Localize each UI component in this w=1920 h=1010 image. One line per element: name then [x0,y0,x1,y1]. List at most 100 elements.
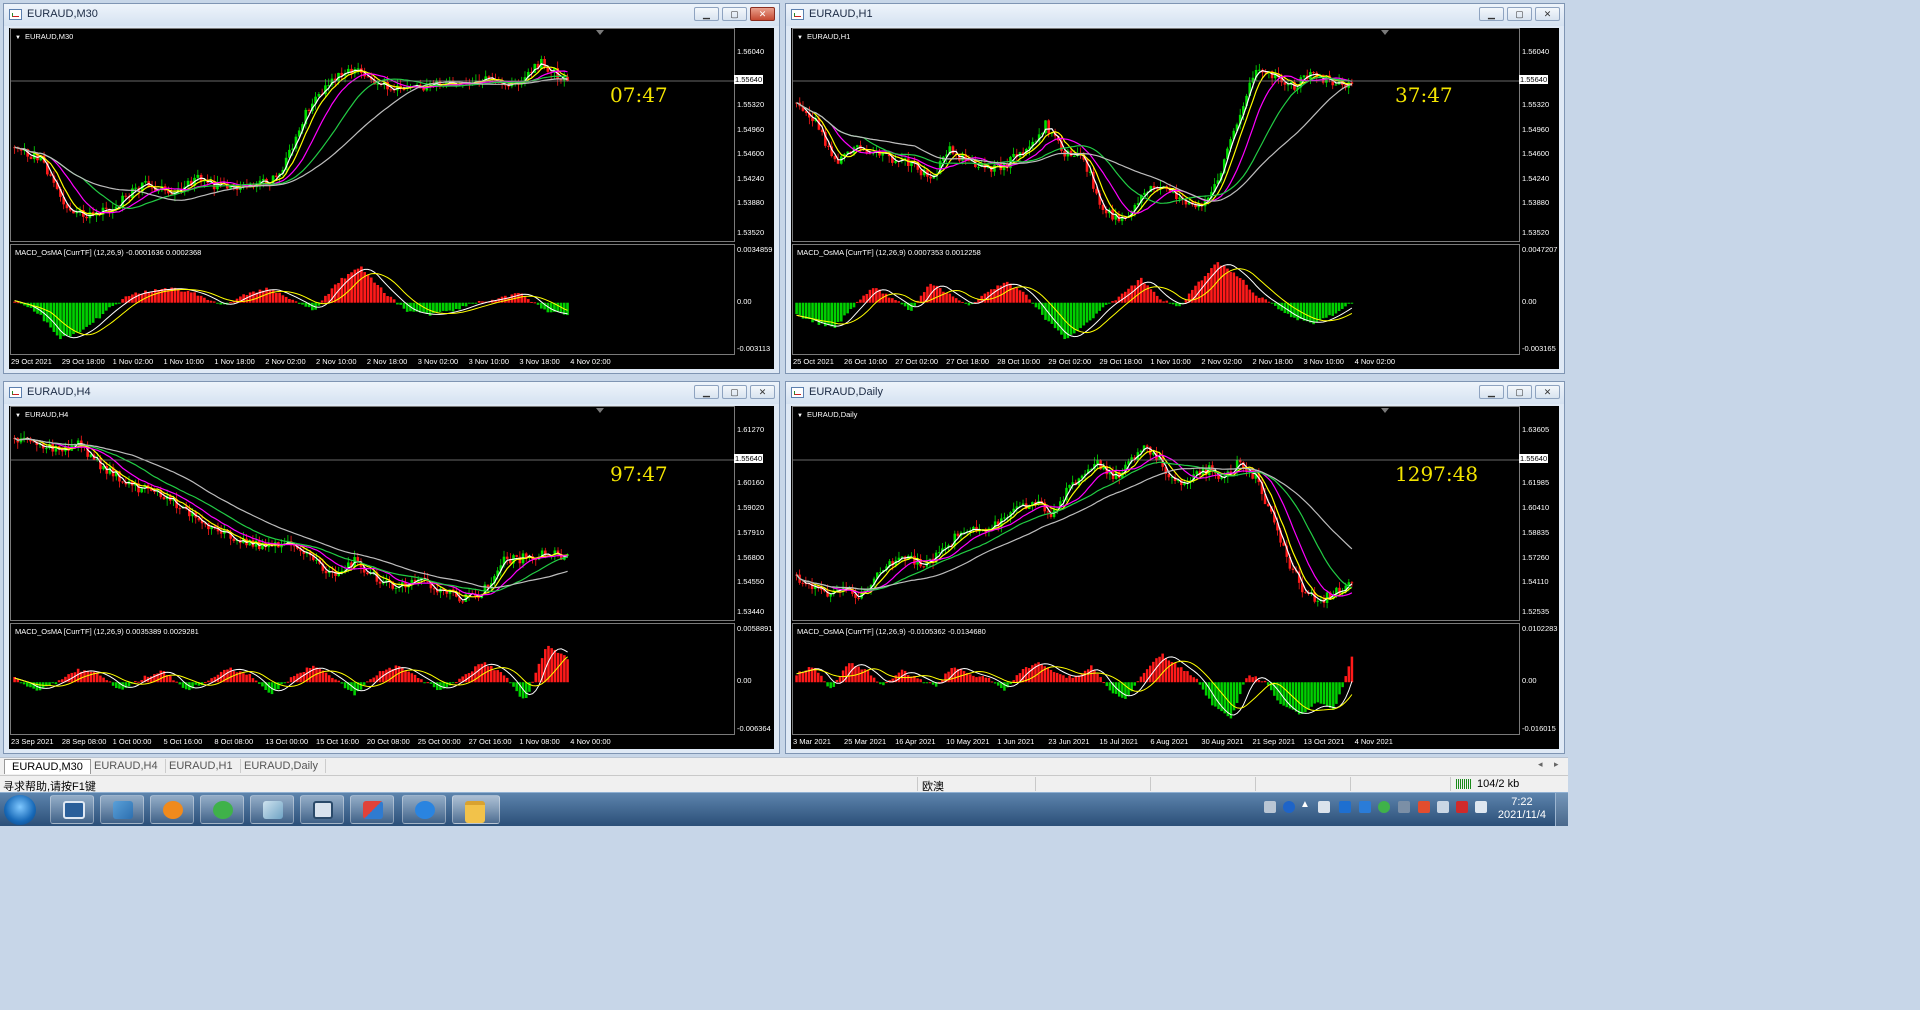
candle [160,179,164,193]
tab-euraud-daily[interactable]: EURAUD,Daily [237,759,326,773]
close-button[interactable]: ✕ [1535,385,1560,399]
expand-tray-icon[interactable]: ▲ [1300,799,1312,811]
price-chart[interactable] [11,407,735,621]
macd-histogram-bar [882,682,885,686]
macd-pane[interactable]: MACD_OsMA [CurrTF] (12,26,9) 0.0007353 0… [792,244,1520,355]
chart-window-euraud-h1[interactable]: EURAUD,H1 ▁ ▢ ✕ ▼ EURAUD,H1 37:47 1.56040 1.… [785,3,1565,374]
window-titlebar[interactable]: EURAUD,H1 ▁ ▢ ✕ [786,4,1564,26]
start-button[interactable] [4,795,36,825]
price-axis[interactable]: 1.61270 1.60160 1.59020 1.57910 1.56800 1.545… [734,406,774,621]
minimize-button[interactable]: ▁ [694,7,719,21]
minimize-button[interactable]: ▁ [1479,385,1504,399]
tab-scroll-left-icon[interactable]: ◂ [1538,759,1543,770]
tab-euraud-m30[interactable]: EURAUD,M30 [4,759,91,774]
shield-tray-icon[interactable] [1339,801,1351,813]
window-titlebar[interactable]: EURAUD,M30 ▁ ▢ ✕ [4,4,779,26]
tab-euraud-h1[interactable]: EURAUD,H1 [162,759,241,773]
macd-histogram-bar [916,678,919,683]
close-button[interactable]: ✕ [1535,7,1560,21]
minimize-button[interactable]: ▁ [694,385,719,399]
time-tick-label: 3 Mar 2021 [793,737,831,746]
price-axis[interactable]: 1.56040 1.55320 1.54960 1.54600 1.54240 1.538… [1519,28,1559,242]
macd-chart[interactable] [11,624,735,735]
taskbar-app-button[interactable] [300,795,344,824]
macd-histogram-bar [360,266,363,303]
close-button[interactable]: ✕ [750,7,775,21]
taskbar-app-button[interactable] [150,795,194,824]
taskbar-app-button[interactable] [350,795,394,824]
price-axis[interactable]: 1.56040 1.55320 1.54960 1.54600 1.54240 1.538… [734,28,774,242]
maximize-button[interactable]: ▢ [722,7,747,21]
candle [144,175,147,185]
macd-axis[interactable]: 0.0058891 0.00 -0.006364 [734,623,774,735]
chart-window-euraud-h4[interactable]: EURAUD,H4 ▁ ▢ ✕ ▼ EURAUD,H4 97:47 1.61270 1.… [3,381,780,754]
time-axis[interactable]: 25 Oct 2021 26 Oct 10:00 27 Oct 02:00 27 Oc… [791,355,1559,369]
macd-pane[interactable]: MACD_OsMA [CurrTF] (12,26,9) -0.0001636 … [10,244,735,355]
chart-area[interactable]: ▼ EURAUD,M30 07:47 1.56040 1.55320 1.54960 1.5… [9,28,774,369]
price-pane[interactable]: ▼ EURAUD,H1 37:47 [792,28,1520,242]
macd-pane[interactable]: MACD_OsMA [CurrTF] (12,26,9) 0.0035389 0… [10,623,735,735]
input-tray-icon[interactable] [1398,801,1410,813]
chart-shift-marker-icon[interactable] [1381,408,1389,413]
maximize-button[interactable]: ▢ [1507,7,1532,21]
close-button[interactable]: ✕ [750,385,775,399]
security-tray-icon[interactable] [1359,801,1371,813]
chart-area[interactable]: ▼ EURAUD,Daily 1297:48 1.63605 1.61985 1.6041… [791,406,1559,749]
taskbar-app-button[interactable] [100,795,144,824]
taskbar-explorer-button[interactable] [452,795,500,824]
macd-axis[interactable]: 0.0102283 0.00 -0.016015 [1519,623,1559,735]
collapse-triangle-icon[interactable]: ▼ [15,35,21,41]
price-axis[interactable]: 1.63605 1.61985 1.60410 1.58835 1.57260 1.541… [1519,406,1559,621]
time-axis[interactable]: 23 Sep 2021 28 Sep 08:00 1 Oct 00:00 5 Oct … [9,735,774,749]
macd-chart[interactable] [793,245,1520,355]
help-tray-icon[interactable] [1283,801,1295,813]
taskbar-desktop-button[interactable] [50,795,94,824]
macd-pane[interactable]: MACD_OsMA [CurrTF] (12,26,9) -0.0105362 … [792,623,1520,735]
time-axis[interactable]: 29 Oct 2021 29 Oct 18:00 1 Nov 02:00 1 Nov … [9,355,774,369]
app-tray-icon[interactable] [1418,801,1430,813]
taskbar-clock[interactable]: 7:22 2021/11/4 [1498,796,1546,822]
maximize-button[interactable]: ▢ [722,385,747,399]
price-pane[interactable]: ▼ EURAUD,M30 07:47 [10,28,735,242]
window-titlebar[interactable]: EURAUD,Daily ▁ ▢ ✕ [786,382,1564,404]
price-chart[interactable] [793,29,1520,242]
price-chart[interactable] [793,407,1520,621]
keyboard-tray-icon[interactable] [1264,801,1276,813]
price-chart[interactable] [11,29,735,242]
maximize-button[interactable]: ▢ [1507,385,1532,399]
power-tray-icon[interactable] [1475,801,1487,813]
taskbar-app-button[interactable] [250,795,294,824]
window-titlebar[interactable]: EURAUD,H4 ▁ ▢ ✕ [4,382,779,404]
chart-area[interactable]: ▼ EURAUD,H1 37:47 1.56040 1.55320 1.54960 1.54… [791,28,1559,369]
macd-histogram-bar [1142,672,1146,683]
chart-shift-marker-icon[interactable] [1381,30,1389,35]
minimize-button[interactable]: ▁ [1479,7,1504,21]
macd-histogram-bar [455,682,458,684]
tab-euraud-h4[interactable]: EURAUD,H4 [87,759,166,773]
taskbar-app-button[interactable] [402,795,446,824]
chart-window-euraud-daily[interactable]: EURAUD,Daily ▁ ▢ ✕ ▼ EURAUD,Daily 1297:48 1… [785,381,1565,754]
volume-tray-icon[interactable] [1437,801,1449,813]
wechat-tray-icon[interactable] [1378,801,1390,813]
macd-chart[interactable] [793,624,1520,735]
sound-tray-icon[interactable] [1456,801,1468,813]
time-axis[interactable]: 3 Mar 2021 25 Mar 2021 16 Apr 2021 10 May 2… [791,735,1559,749]
macd-histogram-bar [294,301,298,303]
chart-area[interactable]: ▼ EURAUD,H4 97:47 1.61270 1.60160 1.59020 1.57… [9,406,774,749]
tab-scroll-right-icon[interactable]: ▸ [1554,759,1559,770]
taskbar-wechat-button[interactable] [200,795,244,824]
collapse-triangle-icon[interactable]: ▼ [15,413,21,419]
macd-histogram-bar [108,681,112,683]
network-tray-icon[interactable] [1318,801,1330,813]
macd-axis[interactable]: 0.0034859 0.00 -0.003113 [734,244,774,355]
chart-window-eurаud-m30[interactable]: EURAUD,M30 ▁ ▢ ✕ ▼ EURAUD,M30 07:47 1.56040… [3,3,780,374]
show-desktop-button[interactable] [1555,793,1568,826]
macd-chart[interactable] [11,245,735,355]
collapse-triangle-icon[interactable]: ▼ [797,413,803,419]
macd-axis[interactable]: 0.0047207 0.00 -0.003165 [1519,244,1559,355]
collapse-triangle-icon[interactable]: ▼ [797,35,803,41]
chart-shift-marker-icon[interactable] [596,408,604,413]
price-pane[interactable]: ▼ EURAUD,H4 97:47 [10,406,735,621]
price-pane[interactable]: ▼ EURAUD,Daily 1297:48 [792,406,1520,621]
chart-shift-marker-icon[interactable] [596,30,604,35]
